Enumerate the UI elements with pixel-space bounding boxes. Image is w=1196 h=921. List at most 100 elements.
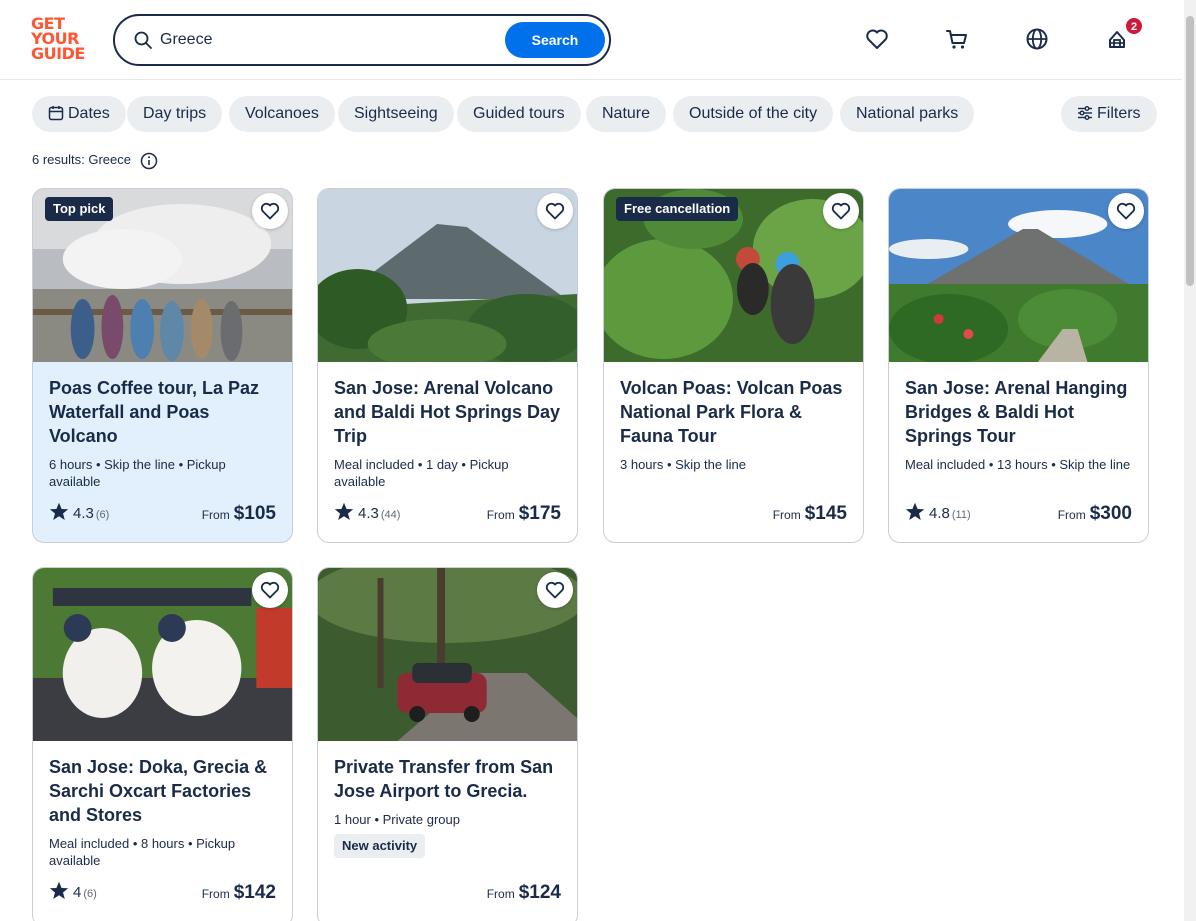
price-from-label: From [1057,508,1086,522]
top-pick-tag: Top pick [45,197,114,221]
chip-guided-tours[interactable]: Guided tours [457,96,581,132]
cart-count-badge: 2 [1125,17,1143,35]
activity-meta: 6 hours • Skip the line • Pickup availab… [49,457,226,489]
activity-card[interactable]: San Jose: Doka, Grecia & Sarchi Oxcart F… [32,567,293,921]
wishlist-button[interactable] [537,572,573,608]
price: From $300 [1058,502,1132,527]
price: From $124 [487,881,561,906]
heart-icon [545,581,565,599]
heart-icon [545,202,565,220]
scrollbar-thumb[interactable] [1186,16,1194,286]
chip-outside-city[interactable]: Outside of the city [673,96,834,132]
chip-dates[interactable]: Dates [32,96,126,132]
review-count: (44) [380,509,401,521]
rating-value: 4 [73,884,82,901]
price-value: $175 [518,503,561,524]
search-icon [134,31,152,49]
activity-card[interactable]: San Jose: Arenal Hanging Bridges & Baldi… [888,188,1149,543]
search-button[interactable]: Search [505,22,605,58]
results-count: 6 results: Greece [32,152,131,167]
wishlist-button[interactable] [537,193,573,229]
activity-meta: 3 hours • Skip the line [620,457,746,472]
logo-line-3: GUIDE [31,44,85,63]
activity-title[interactable]: Poas Coffee tour, La Paz Waterfall and P… [49,376,276,448]
activity-image: Free cancellation [604,189,863,362]
activity-image [889,189,1148,362]
activity-card[interactable]: Top pick Poas Coffee tour, La Paz Waterf… [32,188,293,543]
activity-card[interactable]: San Jose: Arenal Volcano and Baldi Hot S… [317,188,578,543]
activity-card[interactable]: Private Transfer from San Jose Airport t… [317,567,578,921]
wishlist-button[interactable] [1108,193,1144,229]
star-icon [49,502,69,520]
price: From $142 [202,881,276,906]
price-from-label: From [486,508,515,522]
review-count: (11) [951,509,971,521]
activity-title[interactable]: San Jose: Arenal Hanging Bridges & Baldi… [905,376,1132,448]
activity-image: Top pick [33,189,292,362]
cart-icon[interactable] [944,26,970,52]
chip-nature[interactable]: Nature [586,96,667,132]
activity-title[interactable]: San Jose: Doka, Grecia & Sarchi Oxcart F… [49,755,276,827]
chip-volcanoes[interactable]: Volcanoes [229,96,335,132]
price-value: $124 [518,882,561,903]
activity-card[interactable]: Free cancellation Volcan Poas: Volcan Po… [603,188,864,543]
review-count: (6) [83,888,97,900]
price-value: $145 [804,503,847,524]
price-value: $105 [233,503,276,524]
star-icon [49,881,69,899]
wishlist-button[interactable] [252,193,288,229]
heart-icon[interactable] [864,26,890,52]
filters-button[interactable]: Filters [1061,96,1157,132]
getyourguide-logo[interactable]: GET YOUR GUIDE [31,16,89,64]
chip-day-trips[interactable]: Day trips [127,96,223,132]
chip-label: Dates [68,105,110,122]
price-from-label: From [201,887,230,901]
rating-value: 4.8 [929,505,950,522]
star-icon [334,502,354,520]
rating-value: 4.3 [73,505,94,522]
price: From $105 [202,502,276,527]
info-icon[interactable] [140,152,158,170]
activity-meta: Meal included • 1 day • Pickup available [334,457,509,489]
new-activity-badge: New activity [334,834,426,858]
activity-title[interactable]: Volcan Poas: Volcan Poas National Park F… [620,376,847,448]
activity-meta: Meal included • 8 hours • Pickup availab… [49,836,236,868]
rating-value: 4.3 [358,505,379,522]
search-input[interactable] [160,26,500,54]
activity-image [33,568,292,741]
sliders-icon [1078,106,1092,120]
star-icon [905,502,925,520]
price-from-label: From [201,508,230,522]
rating: 4 (6) [49,881,97,906]
top-header: GET YOUR GUIDE Search 2 [0,0,1182,80]
chip-national-parks[interactable]: National parks [840,96,975,132]
activity-image [318,568,577,741]
review-count: (6) [95,509,110,521]
rating: 4.3 (6) [49,502,109,527]
wishlist-button[interactable] [252,572,288,608]
price-value: $142 [233,882,276,903]
price-from-label: From [486,887,515,901]
heart-icon [260,581,280,599]
chip-sightseeing[interactable]: Sightseeing [338,96,454,132]
wishlist-button[interactable] [823,193,859,229]
page-scrollbar[interactable] [1184,0,1196,921]
activity-title[interactable]: Private Transfer from San Jose Airport t… [334,755,561,803]
activity-meta: 1 hour • Private group [334,812,460,827]
activity-meta: Meal included • 13 hours • Skip the line [905,457,1131,472]
calendar-icon [48,106,64,121]
price-from-label: From [772,508,801,522]
heart-icon [831,202,851,220]
price-value: $300 [1089,503,1132,524]
heart-icon [1116,202,1136,220]
activity-title[interactable]: San Jose: Arenal Volcano and Baldi Hot S… [334,376,561,448]
globe-icon[interactable] [1024,26,1050,52]
rating: 4.8 (11) [905,502,971,527]
heart-icon [260,202,280,220]
activity-image [318,189,577,362]
free-cancellation-tag: Free cancellation [616,197,739,221]
filters-label: Filters [1097,105,1141,122]
search-bar: Search [113,14,611,66]
rating: 4.3 (44) [334,502,400,527]
price: From $175 [487,502,561,527]
